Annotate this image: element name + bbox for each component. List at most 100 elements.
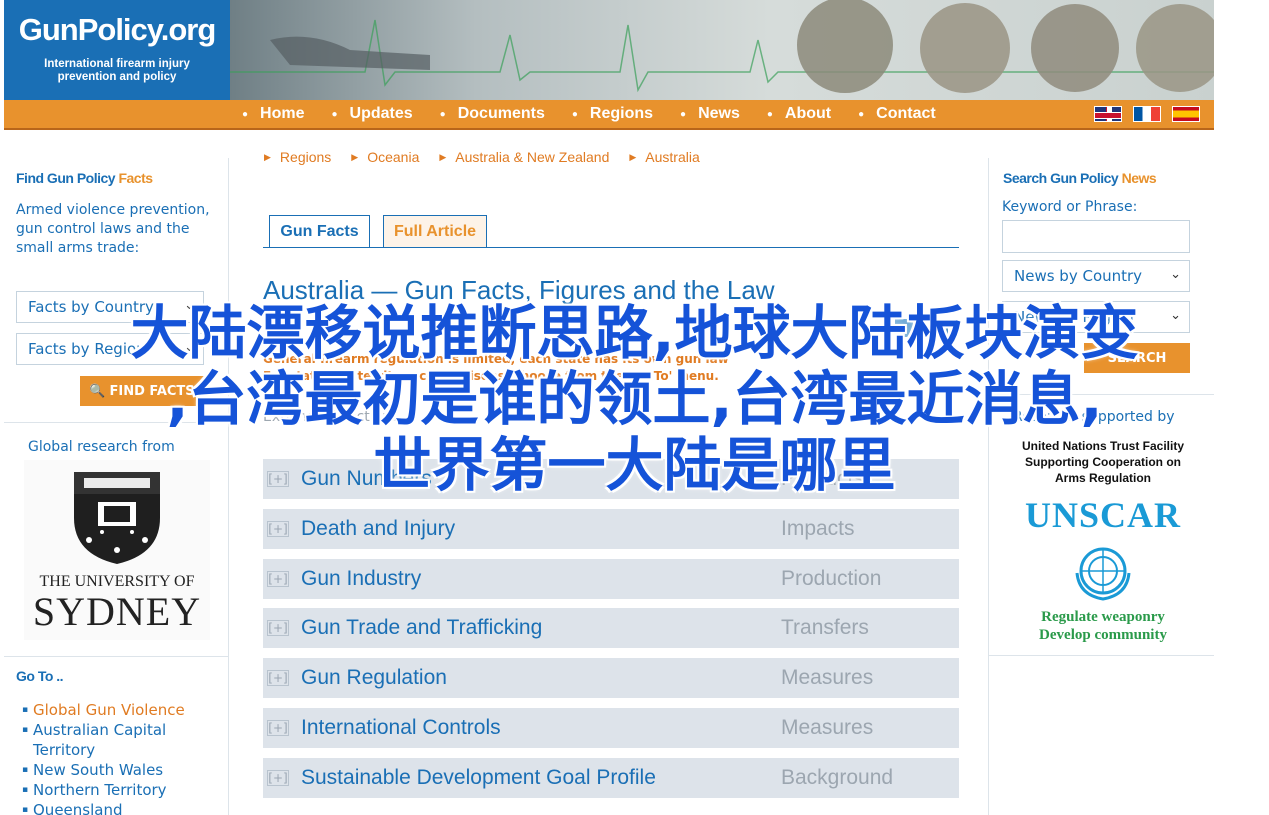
tab-full-article[interactable]: Full Article xyxy=(383,215,487,247)
nav-item-label: Home xyxy=(260,105,305,122)
breadcrumb-label: Regions xyxy=(279,149,332,165)
facts-by-country-select[interactable]: Facts by Country ⌄ xyxy=(16,291,204,323)
section-category: Background xyxy=(781,765,894,789)
section-category: Measures xyxy=(781,666,874,690)
expand-icon[interactable]: [+] xyxy=(267,769,289,786)
unscar-logo[interactable]: UNSCAR xyxy=(1005,494,1201,536)
university-name-line2: SYDNEY xyxy=(32,589,202,634)
nav-item-updates[interactable]: ● Updates xyxy=(332,105,413,123)
logo-tagline-2: prevention and policy xyxy=(57,71,177,83)
nav-item-label: News xyxy=(698,105,740,122)
section-row[interactable]: [+] Gun Industry Production xyxy=(263,558,959,599)
facts-by-region-select[interactable]: Facts by Region ⌄ xyxy=(16,333,204,365)
expand-icon[interactable]: [+] xyxy=(267,670,289,687)
section-row[interactable]: [+] Death and Injury Impacts xyxy=(263,508,959,549)
goto-item[interactable]: Global Gun Violence xyxy=(22,700,222,720)
section-row[interactable]: [+] Gun Regulation Measures xyxy=(263,658,959,699)
nav-item-news[interactable]: ● News xyxy=(680,105,740,123)
news-by-country-select[interactable]: News by Country ⌄ xyxy=(1002,260,1190,292)
search-icon: 🔍 xyxy=(89,383,106,399)
search-news-title: Search Gun Policy News xyxy=(1003,170,1157,186)
main-content: ▶ Regions ▶ Oceania ▶ Australia & New Zealand… xyxy=(230,135,987,815)
search-button[interactable]: SEARCH xyxy=(1084,343,1190,373)
nav-item-contact[interactable]: ● Contact xyxy=(858,105,936,123)
university-crest-icon xyxy=(74,472,160,564)
goto-item[interactable]: Northern Territory xyxy=(22,780,222,800)
nav-item-label: About xyxy=(784,105,832,122)
find-facts-button[interactable]: 🔍 FIND FACTS xyxy=(80,376,204,406)
uk-flag-icon[interactable] xyxy=(1094,106,1122,122)
section-label: Gun Trade and Trafficking xyxy=(301,616,543,640)
chevron-down-icon: ⌄ xyxy=(184,298,195,313)
unscar-description: United Nations Trust Facility Supporting… xyxy=(1021,439,1185,485)
breadcrumb-item[interactable]: ▶ Australia xyxy=(629,149,699,165)
page-title: Australia — Gun Facts, Figures and the L… xyxy=(263,275,775,305)
chevron-down-icon: ⌄ xyxy=(1170,308,1181,323)
expand-icon[interactable]: [+] xyxy=(267,471,289,487)
breadcrumb-item[interactable]: ▶ Oceania xyxy=(351,149,419,165)
expand-icon[interactable]: [+] xyxy=(267,570,289,587)
arrow-right-icon: ▶ xyxy=(264,152,271,162)
intro-text: General firearm regulation is limited, e… xyxy=(263,352,729,383)
section-label: Gun Industry xyxy=(301,566,422,590)
breadcrumb-label: Oceania xyxy=(367,149,420,165)
globe-icon xyxy=(920,3,1010,93)
expand-icon[interactable]: [+] xyxy=(267,620,289,637)
header-banner xyxy=(230,0,1214,100)
bullet-icon: ● xyxy=(680,108,687,120)
breadcrumb-item[interactable]: ▶ Regions xyxy=(264,149,331,165)
france-flag-icon[interactable] xyxy=(1133,106,1161,122)
section-category: Products xyxy=(781,467,864,490)
bullet-icon: ● xyxy=(858,108,865,120)
chevron-down-icon: ⌄ xyxy=(184,340,195,355)
banner-graphic xyxy=(230,0,1214,93)
bullet-icon: ● xyxy=(766,108,773,120)
un-emblem-icon xyxy=(1075,547,1131,601)
nav-item-regions[interactable]: ● Regions xyxy=(572,105,653,123)
site-logo[interactable]: GunPolicy.org International firearm inju… xyxy=(4,0,230,100)
expand-icon[interactable]: [+] xyxy=(267,520,289,537)
keyword-input[interactable] xyxy=(1002,220,1190,253)
right-sidebar: Search Gun Policy News Keyword or Phrase… xyxy=(988,158,1215,815)
plus-icon[interactable]: + xyxy=(930,319,948,337)
arrow-right-icon: ▶ xyxy=(629,152,637,162)
section-row[interactable]: [+] Gun Trade and Trafficking Transfers xyxy=(263,608,959,649)
expand-all-link[interactable]: Expand all sections xyxy=(263,409,398,425)
university-of-sydney-logo[interactable]: THE UNIVERSITY OF SYDNEY xyxy=(24,460,210,640)
arrow-right-icon: ▶ xyxy=(439,152,447,162)
globe-icon xyxy=(1031,4,1119,92)
logo-title: GunPolicy.org xyxy=(18,12,217,47)
goto-item[interactable]: Australian Capital Territory xyxy=(22,720,222,760)
goto-item[interactable]: Queensland xyxy=(22,800,222,815)
section-label: Gun Regulation xyxy=(301,666,447,690)
tab-gun-facts[interactable]: Gun Facts xyxy=(269,215,370,247)
bullet-icon: ● xyxy=(439,108,446,120)
pistol-silhouette xyxy=(270,36,430,70)
section-row[interactable]: [+] Sustainable Development Goal Profile B… xyxy=(263,757,959,798)
goto-title: Go To .. xyxy=(16,668,64,684)
tab-underline xyxy=(263,247,959,248)
nav-item-label: Documents xyxy=(457,105,545,122)
nav-item-label: Contact xyxy=(876,105,936,122)
section-label: International Controls xyxy=(301,716,501,739)
spain-flag-icon[interactable] xyxy=(1172,106,1200,122)
chevron-down-icon: ⌄ xyxy=(1170,267,1181,282)
globe-icon xyxy=(1136,4,1214,92)
nav-item-about[interactable]: ● About xyxy=(767,105,831,123)
breadcrumb-item[interactable]: ▶ Australia & New Zealand xyxy=(439,149,609,165)
print-icon[interactable] xyxy=(895,319,913,337)
divider xyxy=(989,394,1215,395)
global-research-text: Global research from xyxy=(28,439,175,455)
expand-icon[interactable]: [+] xyxy=(267,720,289,736)
breadcrumb: ▶ Regions ▶ Oceania ▶ Australia & New Zealand… xyxy=(264,149,720,165)
section-row[interactable]: [+] International Controls Measures xyxy=(263,708,959,748)
goto-item[interactable]: New South Wales xyxy=(22,760,222,780)
section-label: Sustainable Development Goal Profile xyxy=(301,765,656,789)
nav-item-home[interactable]: ● Home xyxy=(242,105,305,123)
nav-item-label: Updates xyxy=(349,105,413,122)
nav-item-documents[interactable]: ● Documents xyxy=(440,105,545,123)
news-by-region-select[interactable]: News by Region ⌄ xyxy=(1002,301,1190,333)
section-category: Transfers xyxy=(781,616,869,640)
section-row[interactable]: [+] Gun Numbers Products xyxy=(263,459,959,499)
nav-item-label: Regions xyxy=(589,105,654,122)
